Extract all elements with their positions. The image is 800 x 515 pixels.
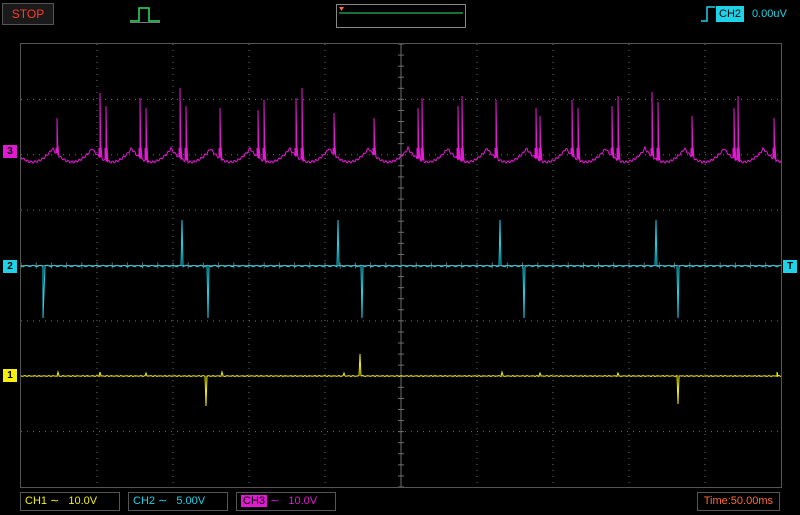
bottom-status-bar: CH1 ∼ 10.0V CH2 ∼ 5.00V CH3 ∼ 10.0V Time… — [0, 490, 800, 515]
ch1-scale-box[interactable]: CH1 ∼ 10.0V — [20, 492, 120, 511]
timebase-box[interactable]: Time:50.00ms — [696, 492, 780, 511]
trigger-level: 0.00uV — [752, 8, 787, 20]
waveform-canvas — [21, 44, 781, 487]
memory-position-window[interactable] — [336, 4, 466, 28]
trigger-info[interactable]: CH2 0.00uV — [700, 4, 798, 24]
ch2-scale-box[interactable]: CH2 ∼ 5.00V — [128, 492, 228, 511]
ch3-ground-marker[interactable]: 3 — [3, 145, 17, 158]
ch2-label: CH2 — [133, 495, 156, 507]
top-toolbar: STOP CH2 0.00uV — [0, 0, 800, 30]
trigger-level-marker[interactable]: T — [783, 260, 797, 273]
ch3-label: CH3 — [241, 495, 268, 507]
ch3-scale: 10.0V — [288, 495, 318, 507]
memory-waveform-icon — [339, 7, 463, 14]
ch1-scale: 10.0V — [68, 495, 98, 507]
trigger-channel: CH2 — [716, 6, 745, 22]
run-stop-status[interactable]: STOP — [2, 3, 54, 25]
ch1-coupling-icon: ∼ — [50, 495, 60, 507]
ch3-coupling-icon: ∼ — [270, 495, 280, 507]
ch1-label: CH1 — [25, 495, 48, 507]
ch3-scale-box[interactable]: CH3 ∼ 10.0V — [236, 492, 336, 511]
ch2-ground-marker[interactable]: 2 — [3, 260, 17, 273]
waveform-display[interactable] — [20, 43, 782, 488]
trigger-pulse-icon — [130, 7, 160, 23]
ch1-ground-marker[interactable]: 1 — [3, 369, 17, 382]
ch2-scale: 5.00V — [176, 495, 206, 507]
ch2-coupling-icon: ∼ — [158, 495, 168, 507]
rising-edge-icon — [701, 6, 715, 22]
